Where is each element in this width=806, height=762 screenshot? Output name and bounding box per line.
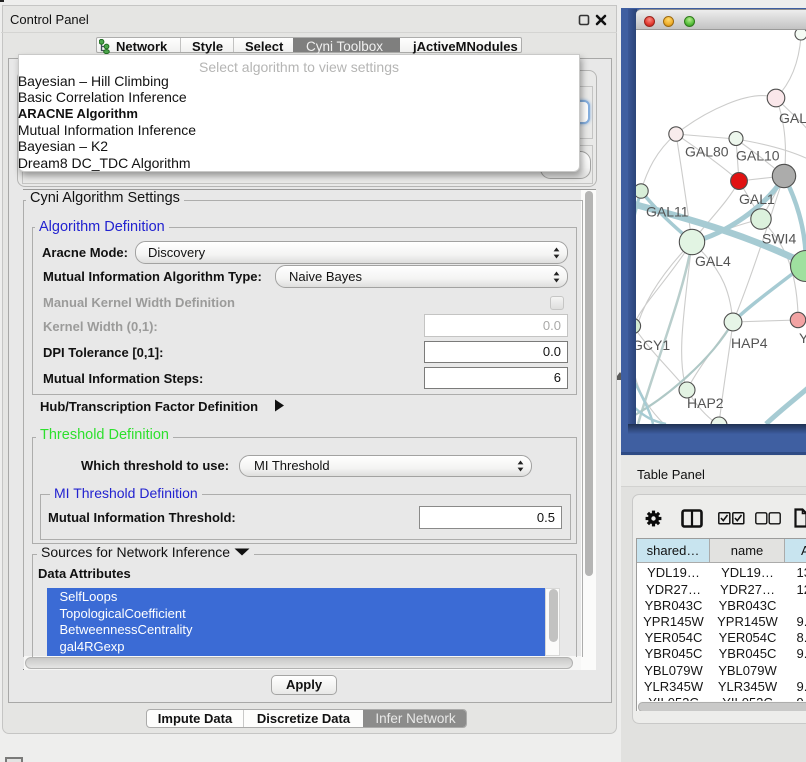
svg-text:GAL80: GAL80 [685,144,729,160]
svg-text:GAL: GAL [779,110,806,126]
svg-text:GAL11: GAL11 [646,204,689,220]
svg-text:Y: Y [799,330,806,346]
svg-text:HAP2: HAP2 [687,395,724,411]
svg-text:SWI4: SWI4 [762,231,796,247]
svg-text:GCY1: GCY1 [636,337,670,353]
svg-text:GAL1: GAL1 [739,191,775,207]
svg-text:HAP4: HAP4 [731,335,768,351]
svg-text:GAL4: GAL4 [695,253,731,269]
svg-text:GAL10: GAL10 [736,148,780,164]
